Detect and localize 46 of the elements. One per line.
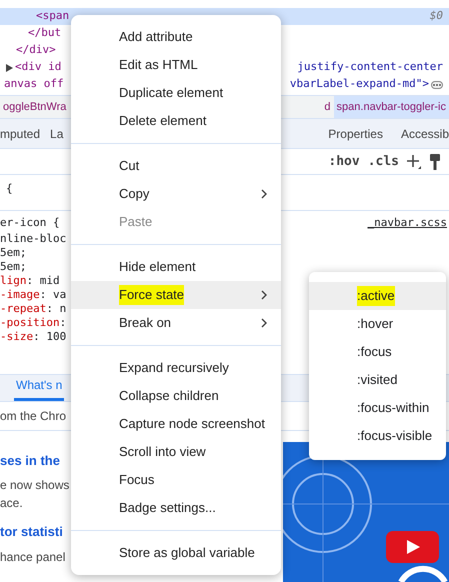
- section-text: hance panel: [0, 548, 66, 566]
- dom-tree-code: <div id: [15, 59, 62, 76]
- dom-tree-code: $0: [430, 8, 443, 24]
- menu-item-label: Force state: [119, 285, 184, 305]
- css-declaration: nline-bloc: [0, 232, 66, 246]
- css-declaration: -size: 100: [0, 330, 66, 344]
- section-heading: ses in the: [0, 452, 60, 470]
- menu-item-label: Break on: [119, 314, 172, 332]
- dom-tree-code: <span: [36, 8, 70, 24]
- section-text: e now shows ace.: [0, 477, 70, 512]
- menu-item-label: Store as global variable: [119, 544, 255, 562]
- dom-tree-code: </div>: [16, 42, 56, 58]
- menu-item-label: :hover: [357, 315, 394, 334]
- css-selector: er-icon {: [0, 215, 60, 231]
- dom-tree-code: justify-content-center: [297, 59, 443, 76]
- dom-tree-code: anvas off: [4, 76, 64, 92]
- menu-item-label: Capture node screenshot: [119, 415, 265, 434]
- whats-new-intro: om the Chro: [0, 408, 66, 424]
- menu-item-label: Duplicate element: [119, 84, 224, 102]
- menu-item-label: :focus-visible: [357, 427, 432, 446]
- dom-tree-code: </but: [28, 25, 62, 42]
- dom-tree-code: vbarLabel-expand-md">: [290, 76, 429, 92]
- css-declaration: lign: mid: [0, 274, 60, 288]
- menu-item-label: Add attribute: [119, 28, 193, 46]
- css-declaration: 5em;: [0, 246, 26, 260]
- css-rule-brace: {: [6, 182, 13, 195]
- menu-item-label: Copy: [119, 185, 150, 204]
- menu-item-label: Hide element: [119, 258, 196, 276]
- css-declaration: -image: va: [0, 288, 66, 302]
- menu-item-label: :focus: [357, 343, 392, 362]
- css-declaration: -repeat: n: [0, 302, 66, 316]
- section-heading: tor statisti: [0, 523, 63, 541]
- menu-item-label: Cut: [119, 157, 140, 176]
- menu-item-label: Delete element: [119, 112, 206, 130]
- menu-item-label: :active: [357, 286, 395, 306]
- menu-item-label: Edit as HTML: [119, 56, 198, 74]
- menu-item-label: Badge settings...: [119, 499, 216, 518]
- menu-item-label: Scroll into view: [119, 443, 206, 462]
- menu-item-label: Expand recursively: [119, 359, 229, 378]
- css-declaration: -position:: [0, 316, 66, 330]
- menu-item-label: Focus: [119, 471, 154, 490]
- menu-item-label: Paste: [119, 213, 152, 232]
- menu-item-label: :visited: [357, 371, 398, 390]
- menu-item-label: Collapse children: [119, 387, 219, 406]
- css-declaration: 5em;: [0, 260, 26, 274]
- menu-item-label: :focus-within: [357, 399, 430, 418]
